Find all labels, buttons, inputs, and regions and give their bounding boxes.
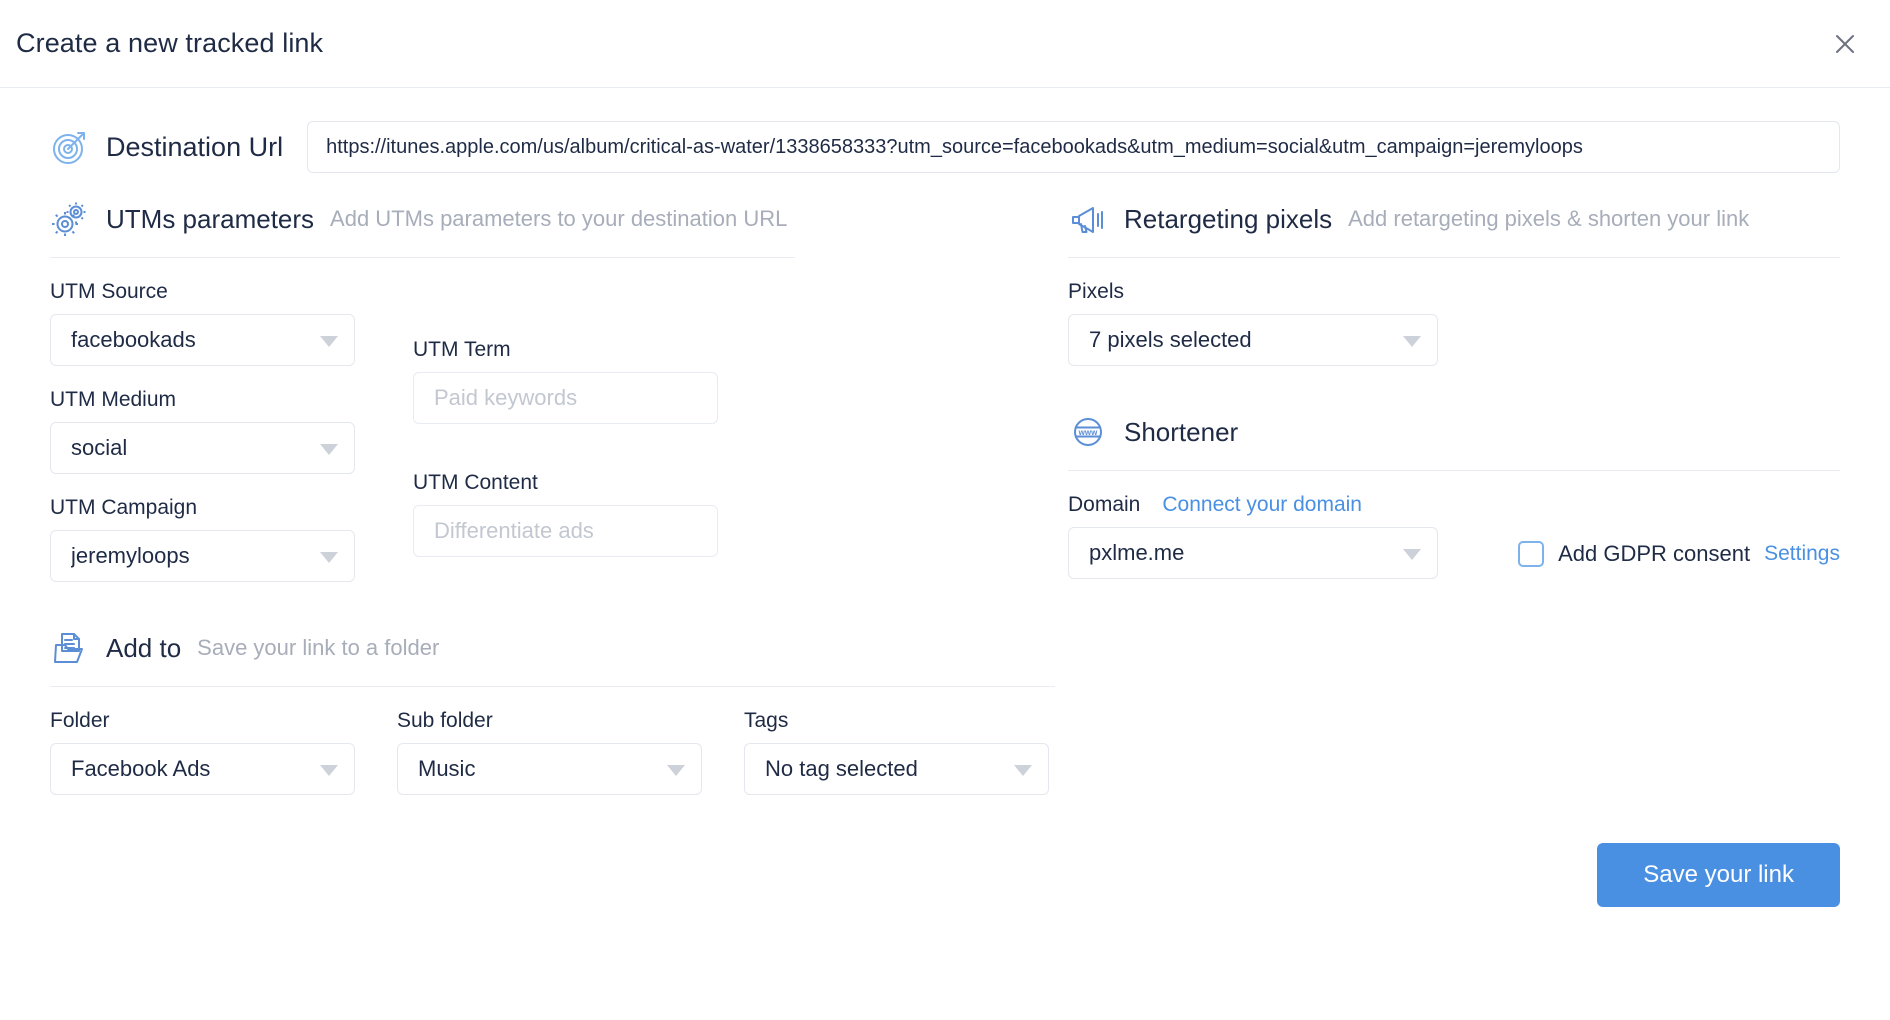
gdpr-consent-checkbox[interactable] [1518, 541, 1544, 567]
addto-divider [50, 686, 1055, 687]
pixels-group: Pixels 7 pixels selected [1068, 280, 1438, 366]
utms-divider [50, 257, 795, 258]
connect-your-domain-link[interactable]: Connect your domain [1162, 493, 1362, 517]
utm-term-label: UTM Term [413, 338, 718, 362]
domain-header-row: Domain Connect your domain [1068, 493, 1840, 517]
target-icon [50, 127, 90, 167]
pixels-select[interactable]: 7 pixels selected [1068, 314, 1438, 366]
gdpr-settings-link[interactable]: Settings [1764, 542, 1840, 566]
www-globe-icon: www [1068, 412, 1108, 452]
utm-medium-value: social [71, 435, 127, 461]
utm-term-input[interactable] [413, 372, 718, 424]
chevron-down-icon [1403, 549, 1421, 560]
folder-label: Folder [50, 709, 355, 733]
addto-section-subtitle: Save your link to a folder [197, 635, 439, 661]
utm-term-group: UTM Term [413, 338, 718, 424]
main-columns: UTMs parameters Add UTMs parameters to y… [50, 199, 1840, 582]
pixels-value: 7 pixels selected [1089, 327, 1252, 353]
page-title: Create a new tracked link [16, 28, 323, 59]
tags-label: Tags [744, 709, 1049, 733]
utm-source-select[interactable]: facebookads [50, 314, 355, 366]
shortener-section-title: Shortener [1124, 417, 1238, 448]
utm-source-group: UTM Source facebookads [50, 280, 355, 366]
utms-column-left: UTM Source facebookads UTM Medium social [50, 280, 355, 582]
utms-fields: UTM Source facebookads UTM Medium social [50, 280, 1010, 582]
tags-value: No tag selected [765, 756, 918, 782]
utm-content-label: UTM Content [413, 471, 718, 495]
subfolder-label: Sub folder [397, 709, 702, 733]
utms-section-subtitle: Add UTMs parameters to your destination … [330, 206, 787, 232]
subfolder-select[interactable]: Music [397, 743, 702, 795]
retargeting-divider [1068, 257, 1840, 258]
folder-group: Folder Facebook Ads [50, 709, 355, 795]
folder-value: Facebook Ads [71, 756, 210, 782]
utm-campaign-select[interactable]: jeremyloops [50, 530, 355, 582]
modal-footer: Save your link [0, 843, 1890, 907]
retargeting-section-subtitle: Add retargeting pixels & shorten your li… [1348, 206, 1749, 232]
pixels-label: Pixels [1068, 280, 1438, 304]
save-link-button[interactable]: Save your link [1597, 843, 1840, 907]
retargeting-section-title: Retargeting pixels [1124, 204, 1332, 235]
chevron-down-icon [320, 765, 338, 776]
subfolder-group: Sub folder Music [397, 709, 702, 795]
utm-campaign-label: UTM Campaign [50, 496, 355, 520]
chevron-down-icon [320, 552, 338, 563]
tags-select[interactable]: No tag selected [744, 743, 1049, 795]
shortener-divider [1068, 470, 1840, 471]
megaphone-icon [1068, 199, 1108, 239]
chevron-down-icon [667, 765, 685, 776]
utm-medium-select[interactable]: social [50, 422, 355, 474]
domain-gdpr-row: pxlme.me Add GDPR consent Settings [1068, 517, 1840, 579]
addto-section: Add to Save your link to a folder Folder… [50, 628, 1840, 795]
gdpr-consent-label: Add GDPR consent [1558, 541, 1750, 567]
utm-campaign-group: UTM Campaign jeremyloops [50, 496, 355, 582]
destination-url-row: Destination Url [50, 121, 1840, 173]
utms-section-header: UTMs parameters Add UTMs parameters to y… [50, 199, 1010, 239]
modal-header: Create a new tracked link [0, 0, 1890, 88]
domain-select[interactable]: pxlme.me [1068, 527, 1438, 579]
svg-text:www: www [1078, 428, 1098, 437]
gdpr-consent-row: Add GDPR consent Settings [1518, 541, 1840, 567]
chevron-down-icon [1403, 336, 1421, 347]
modal-body: Destination Url [0, 121, 1890, 795]
chevron-down-icon [320, 336, 338, 347]
addto-fields: Folder Facebook Ads Sub folder Music Tag… [50, 709, 1840, 795]
destination-url-input[interactable] [307, 121, 1840, 173]
utm-medium-label: UTM Medium [50, 388, 355, 412]
utm-content-input[interactable] [413, 505, 718, 557]
addto-section-header: Add to Save your link to a folder [50, 628, 1840, 668]
utm-medium-group: UTM Medium social [50, 388, 355, 474]
shortener-section-header: www Shortener [1068, 412, 1840, 452]
domain-value: pxlme.me [1089, 540, 1184, 566]
retargeting-section-header: Retargeting pixels Add retargeting pixel… [1068, 199, 1840, 239]
chevron-down-icon [320, 444, 338, 455]
folder-select[interactable]: Facebook Ads [50, 743, 355, 795]
close-icon[interactable] [1828, 27, 1862, 61]
utm-campaign-value: jeremyloops [71, 543, 190, 569]
utms-section: UTMs parameters Add UTMs parameters to y… [50, 199, 1010, 582]
destination-url-label: Destination Url [106, 132, 283, 163]
utm-content-group: UTM Content [413, 471, 718, 557]
subfolder-value: Music [418, 756, 475, 782]
utm-source-value: facebookads [71, 327, 196, 353]
utms-section-title: UTMs parameters [106, 204, 314, 235]
addto-section-title: Add to [106, 633, 181, 664]
folder-document-icon [50, 628, 90, 668]
chevron-down-icon [1014, 765, 1032, 776]
retargeting-section: Retargeting pixels Add retargeting pixel… [1010, 199, 1840, 579]
utms-column-right: UTM Term UTM Content [413, 280, 718, 582]
tags-group: Tags No tag selected [744, 709, 1049, 795]
gears-icon [50, 199, 90, 239]
domain-label: Domain [1068, 493, 1140, 517]
utm-source-label: UTM Source [50, 280, 355, 304]
